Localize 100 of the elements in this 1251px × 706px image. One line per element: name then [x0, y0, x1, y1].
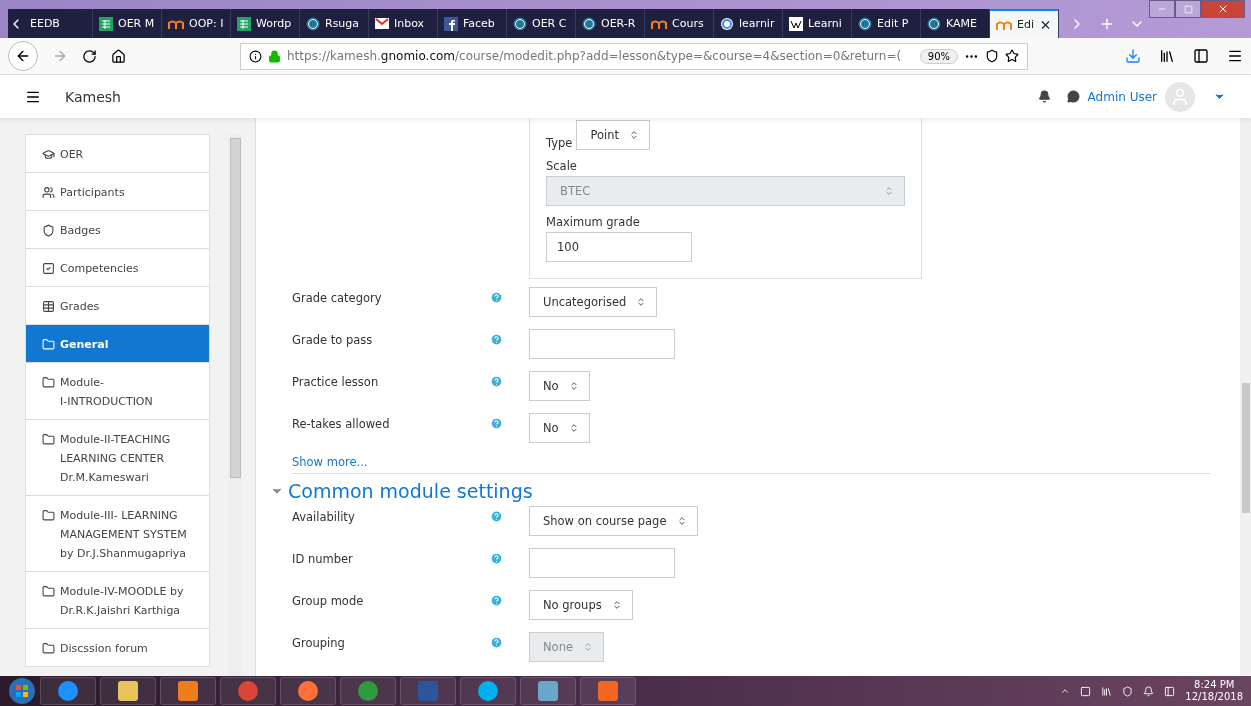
taskbar-app[interactable]	[40, 677, 96, 705]
scrollbar[interactable]	[1240, 118, 1251, 676]
app-icon	[537, 680, 559, 702]
help-icon[interactable]	[490, 291, 503, 304]
sidebar-item[interactable]: Participants	[25, 173, 210, 211]
select-dropdown[interactable]: Show on course page	[529, 506, 698, 536]
sort-arrows-icon	[629, 130, 639, 140]
tile-icon	[789, 16, 803, 31]
taskbar-app[interactable]	[520, 677, 576, 705]
help-icon[interactable]	[490, 510, 503, 523]
folder-icon	[42, 376, 55, 389]
help-icon[interactable]	[490, 333, 503, 346]
field-label: Type	[546, 136, 573, 150]
field-label: Availability	[292, 509, 356, 524]
help-icon[interactable]	[490, 636, 503, 649]
tray-icon[interactable]	[1122, 685, 1134, 697]
sidebar-item[interactable]: General	[25, 325, 210, 363]
taskbar-app[interactable]	[580, 677, 636, 705]
sidebar-item[interactable]: Module-II-TEACHING LEARNING CENTER Dr.M.Kameswari	[25, 420, 210, 496]
circle-logo-icon	[513, 16, 527, 31]
sidebar-item[interactable]: Module- I-INTRODUCTION	[25, 363, 210, 420]
shield-icon	[42, 224, 55, 237]
app-icon	[477, 680, 499, 702]
taskbar-app[interactable]	[160, 677, 216, 705]
maximize-icon	[1183, 4, 1193, 14]
maximize-button[interactable]	[1175, 0, 1201, 18]
library-icon[interactable]	[1159, 48, 1175, 64]
sidebar-item[interactable]: Grades	[25, 287, 210, 325]
sidebar-item[interactable]: Competencies	[25, 249, 210, 287]
address-bar[interactable]: https://kamesh.gnomio.com/course/modedit.php?add=lesson&type=&course=4&section=0&return=( 90%	[240, 42, 1028, 70]
clock[interactable]: 8:24 PM 12/18/2018	[1185, 679, 1243, 703]
circle-logo-icon	[306, 16, 320, 31]
zoom-badge[interactable]: 90%	[919, 48, 958, 64]
sidebar-item[interactable]: Module-IV-MOODLE by Dr.R.K.Jaishri Karthiga	[25, 572, 210, 629]
taskbar-app[interactable]	[100, 677, 156, 705]
site-name[interactable]: Kamesh	[65, 88, 121, 105]
select-dropdown[interactable]: No	[529, 371, 590, 401]
taskbar-app[interactable]	[460, 677, 516, 705]
help-icon[interactable]	[490, 552, 503, 565]
folder-icon	[42, 338, 55, 351]
app-icon	[177, 680, 199, 702]
download-icon[interactable]	[1125, 48, 1141, 64]
circle-logo-icon	[582, 16, 596, 31]
back-icon	[15, 48, 31, 64]
sidebar-item[interactable]: Module-III- LEARNING MANAGEMENT SYSTEM by Dr.J.Shanmugapriya	[25, 496, 210, 572]
info-icon[interactable]	[249, 49, 262, 63]
help-icon[interactable]	[490, 417, 503, 430]
sidebar-item[interactable]: OER	[25, 134, 210, 173]
show-more-link[interactable]: Show more...	[292, 455, 1240, 469]
sort-arrows-icon	[636, 297, 647, 307]
start-button[interactable]	[8, 677, 36, 705]
tray-icon[interactable]	[1164, 685, 1176, 697]
field-label: Grouping	[292, 635, 346, 650]
field-label: Grade category	[292, 290, 383, 305]
input-field[interactable]	[529, 329, 675, 359]
chat-icon[interactable]	[1066, 90, 1080, 103]
app-icon	[57, 680, 79, 702]
reload-icon[interactable]	[82, 48, 97, 64]
select-dropdown[interactable]: No	[529, 413, 590, 443]
bell-icon[interactable]	[1037, 90, 1051, 103]
folder-icon	[42, 433, 55, 446]
folder-icon	[42, 585, 55, 598]
minimize-button[interactable]	[1149, 0, 1175, 18]
field-label: ID number	[292, 551, 354, 566]
select-dropdown[interactable]: No groups	[529, 590, 633, 620]
help-icon[interactable]	[490, 375, 503, 388]
field-label: Group mode	[292, 593, 365, 608]
spreadsheet-icon	[237, 16, 251, 31]
taskbar-app[interactable]	[340, 677, 396, 705]
app-icon	[297, 680, 319, 702]
help-icon[interactable]	[490, 594, 503, 607]
user-name[interactable]: Admin User	[1087, 89, 1157, 104]
sort-arrows-icon	[568, 381, 579, 391]
sidebar-item[interactable]: Badges	[25, 211, 210, 249]
input-field[interactable]: 100	[546, 232, 692, 262]
select-dropdown[interactable]: Uncategorised	[529, 287, 658, 317]
sort-arrows-icon	[583, 642, 593, 652]
menu-icon[interactable]	[1227, 48, 1243, 64]
input-field[interactable]	[529, 548, 675, 578]
home-icon[interactable]	[111, 48, 126, 64]
app-icon	[117, 680, 139, 702]
field-label: Maximum grade	[546, 215, 641, 229]
browser-tab[interactable]: Edi	[990, 9, 1059, 38]
folder-icon	[42, 642, 55, 655]
taskbar-app[interactable]	[280, 677, 336, 705]
section-heading[interactable]: Common module settings	[288, 480, 533, 502]
app-icon	[237, 680, 259, 702]
star-icon[interactable]	[1005, 49, 1019, 63]
tray-icon[interactable]	[1080, 685, 1092, 697]
sort-arrows-icon	[568, 423, 579, 433]
sidebar-icon[interactable]	[1193, 48, 1209, 64]
back-button[interactable]	[8, 41, 38, 71]
table-icon	[42, 300, 55, 313]
scrollbar[interactable]	[228, 134, 242, 676]
field-label: Scale	[546, 159, 578, 173]
sidebar-item[interactable]: Discssion forum	[25, 629, 210, 667]
select-dropdown[interactable]: Point	[576, 120, 650, 150]
square-logo-icon	[444, 16, 458, 31]
url-text: https://kamesh.gnomio.com/course/modedit.php?add=lesson&type=&course=4&section=0&return=(	[287, 49, 903, 63]
tray-icon[interactable]	[1101, 685, 1113, 697]
